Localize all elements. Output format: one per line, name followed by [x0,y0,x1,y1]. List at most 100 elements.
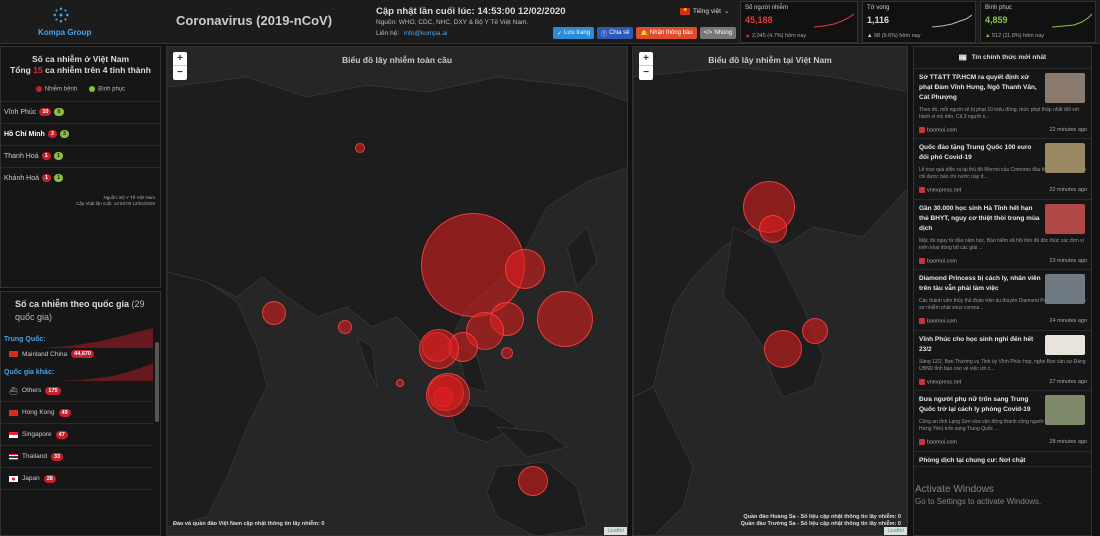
singapore-bubble[interactable] [426,373,470,417]
vietnam-flag-icon [680,7,690,15]
share-button[interactable]: ⓕ Chia sẻ [597,27,634,39]
countries-panel: Số ca nhiễm theo quốc gia (29 quốc gia) … [0,291,161,536]
news-item[interactable]: Quốc đảo tặng Trung Quốc 100 euro đối ph… [914,139,1091,200]
news-thumbnail [1045,274,1085,305]
global-map-footnote: Đảo và quần đảo Việt Nam cập nhật thông … [173,521,325,527]
stat-infected: Số người nhiễm 45,188 ▲ 2,045 (4.7%) hôm… [740,1,858,43]
vietnam-landmass [633,66,907,535]
news-item[interactable]: Diamond Princess bị cách ly, nhân viên t… [914,270,1091,331]
windows-activation-watermark: Activate Windows Go to Settings to activ… [915,484,1042,506]
province-row[interactable]: Thanh Hoá 1 1 [1,144,160,167]
province-list: Vĩnh Phúc 10 6 Hồ Chí Minh 3 3 Thanh Hoá 1 1 K… [1,100,160,189]
infected-sparkline [814,13,854,28]
contact-line: Liên hệ: info@kompa.ai [376,30,447,37]
stat-deaths: Tử vong 1,116 ▲ 98 (9.6%) hôm nay [862,1,976,43]
source-icon [919,257,925,264]
news-thumbnail [1045,203,1085,234]
language-selector[interactable]: Tiếng việt ⌄ [680,7,729,15]
logo-text: Kompa Group [38,28,92,37]
australia-bubble[interactable] [518,466,548,496]
recovered-dot-icon [89,86,96,92]
india-bubble[interactable] [338,320,352,334]
zoom-in-button[interactable]: + [173,52,187,66]
global-map[interactable]: + − Biểu đồ lây nhiễm toàn cầu Đảo và qu… [166,46,628,536]
province-row[interactable]: Hồ Chí Minh 3 3 [1,122,160,145]
source-icon [919,439,925,446]
russia-bubble[interactable] [355,143,365,153]
vietnam-map-footnote: Quần đảo Hoàng Sa - Số liệu cập nhật thô… [740,514,901,527]
source-icon [919,127,925,133]
leaflet-attribution-link[interactable]: Leaflet [604,527,627,535]
country-row[interactable]: ⛴ Others 175 [1,380,153,402]
news-heading: 📰 Tin chính thức mới nhất [914,47,1091,69]
stat-recovered: Bình phục 4,859 ▲ 512 (11.8%) hôm nay [980,1,1096,43]
khanh-hoa-bubble[interactable] [802,318,828,344]
leaflet-attribution-link[interactable]: Leaflet [884,527,907,535]
country-row[interactable]: Japan 28 [1,468,153,490]
country-row[interactable]: Singapore 47 [1,424,153,446]
recovered-sparkline [1052,13,1092,28]
save-page-button[interactable]: ✓ Lưu trang [553,27,595,39]
bell-icon: 🔔 [640,30,648,37]
ho-chi-minh-bubble[interactable] [764,330,802,368]
zoom-in-button[interactable]: + [639,52,653,66]
source-icon [919,318,925,325]
china-trend-chart [41,328,153,348]
ship-icon: ⛴ [9,387,18,395]
news-thumbnail [1045,73,1085,103]
zoom-out-button[interactable]: − [639,66,653,80]
japan-bubble[interactable] [537,291,593,347]
source-icon [919,187,925,194]
source-icon [919,378,925,385]
taiwan-bubble[interactable] [501,347,513,359]
global-map-title: Biểu đồ lây nhiễm toàn cầu [341,55,453,65]
vietnam-cases-panel: Số ca nhiễm ở Việt Nam Tổng 15 ca nhiễm … [0,46,161,288]
header-actions: ✓ Lưu trang ⓕ Chia sẻ 🔔 Nhận thông báo </> N… [553,27,736,39]
brand-logo[interactable]: Kompa Group [0,0,160,44]
province-row[interactable]: Khánh Hoà 1 1 [1,166,160,189]
notify-button[interactable]: 🔔 Nhận thông báo [636,27,697,39]
page-title: Coronavirus (2019-nCoV) [176,13,333,28]
news-item[interactable]: Sở TT&TT TP.HCM ra quyết định xử phạt Đà… [914,69,1091,140]
contact-email-link[interactable]: info@kompa.ai [404,30,447,37]
news-item[interactable]: Đưa người phụ nữ trốn sang Trung Quốc tr… [914,391,1091,452]
news-panel: 📰 Tin chính thức mới nhất Sở TT&TT TP.HC… [913,46,1092,536]
news-thumbnail [1045,395,1085,426]
news-item[interactable]: Phòng dịch tại chung cư: Nơi chặt [914,452,1091,467]
country-row[interactable]: Thailand 33 [1,446,153,468]
hong-kong-flag-icon [9,409,18,416]
deaths-sparkline [932,14,972,28]
cambodia-bubble[interactable] [396,379,404,387]
thailand-bubble[interactable] [419,329,459,369]
vietnam-map[interactable]: + − Biểu đồ lây nhiễm tại Việt Nam Quần … [632,46,908,536]
korea-bubble[interactable] [505,249,545,289]
province-row[interactable]: Vĩnh Phúc 10 6 [1,100,160,123]
language-label: Tiếng việt [693,7,721,15]
news-item[interactable]: Gần 30.000 học sinh Hà Tĩnh hết hạn thẻ … [914,200,1091,271]
embed-button[interactable]: </> Nhúng [699,27,736,39]
facebook-icon: ⓕ [601,31,608,38]
hanoi-bubble[interactable] [759,215,787,243]
vietnam-legend: Nhiễm bệnh Bình phục [1,86,160,93]
country-row[interactable]: Hong Kong 49 [1,402,153,424]
news-thumbnail [1045,334,1085,355]
zoom-out-button[interactable]: − [173,66,187,80]
uae-bubble[interactable] [262,301,286,325]
last-updated: Cập nhật lần cuối lúc: 14:53:00 12/02/20… [376,6,566,17]
code-icon: </> [703,30,713,36]
contact-label: Liên hệ: [376,30,400,37]
news-item[interactable]: Vĩnh Phúc cho học sinh nghỉ đến hết 23/2… [914,331,1091,392]
china-flag-icon [9,351,18,357]
news-thumbnail [1045,143,1085,174]
infected-dot-icon [35,86,42,92]
countries-scrollbar[interactable] [155,342,159,422]
singapore-flag-icon [9,431,18,438]
bookmark-icon: ✓ [557,30,563,37]
others-trend-chart [53,363,153,381]
countries-panel-title: Số ca nhiễm theo quốc gia (29 quốc gia) [15,299,145,322]
sources-text: Nguồn: WHO, CDC, NHC, DXY & Bộ Y Tế Việt… [376,19,529,26]
global-map-zoom: + − [173,52,187,80]
kompa-logo-icon [53,7,69,23]
newspaper-icon: 📰 [958,54,968,62]
chevron-down-icon: ⌄ [723,8,730,15]
